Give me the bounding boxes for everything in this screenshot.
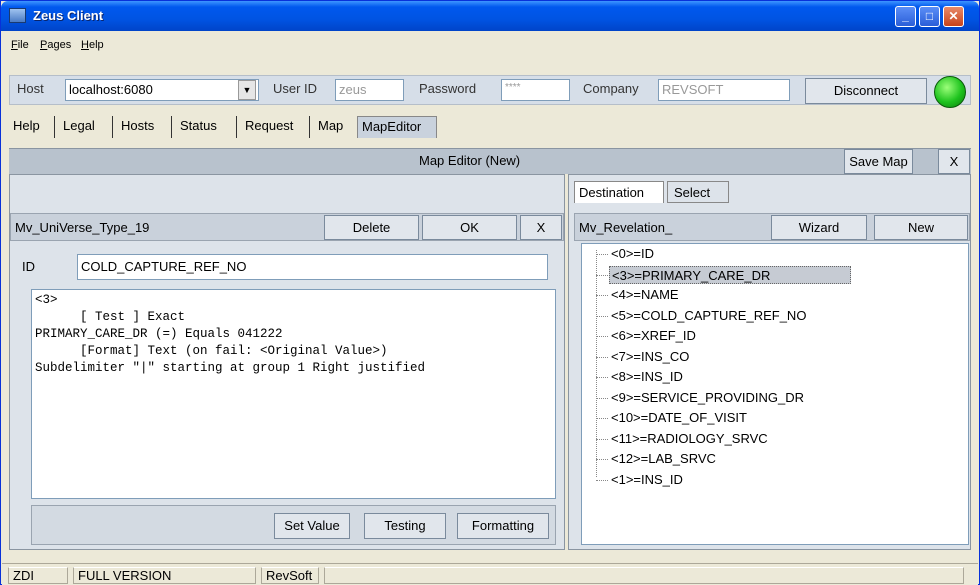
status-bar: ZDI FULL VERSION RevSoft: [2, 563, 978, 585]
app-window: Zeus Client _ □ ✕ File Pages Help Host l…: [0, 0, 980, 585]
status-company: RevSoft: [261, 567, 319, 584]
tree-item[interactable]: <6>=XREF_ID: [609, 327, 698, 345]
id-label: ID: [22, 259, 35, 274]
tab-map[interactable]: Map: [314, 116, 354, 138]
destination-item-header: Mv_Revelation_ Wizard New: [574, 213, 970, 241]
minimize-button[interactable]: _: [895, 6, 916, 27]
tree-connector: [596, 250, 597, 477]
new-button[interactable]: New: [874, 215, 968, 240]
connection-status-icon: [934, 76, 966, 108]
rule-line: <3>: [35, 293, 58, 307]
tree-connector: [596, 336, 608, 337]
map-editor-header: Map Editor (New) Save Map X: [9, 148, 971, 174]
tree-connector: [596, 438, 608, 440]
status-version: FULL VERSION: [73, 567, 256, 584]
tree-connector: [596, 397, 608, 399]
menu-pages[interactable]: Pages: [40, 39, 71, 51]
close-editor-button[interactable]: X: [938, 149, 970, 174]
tree-connector: [596, 377, 608, 378]
tree-connector: [596, 274, 608, 276]
tree-connector: [596, 418, 608, 419]
password-field[interactable]: ****: [501, 79, 570, 101]
host-dropdown-arrow-icon[interactable]: ▼: [238, 80, 256, 100]
tree-connector: [596, 356, 608, 358]
formatting-button[interactable]: Formatting: [457, 513, 549, 539]
menu-file[interactable]: File: [11, 39, 29, 51]
company-field[interactable]: REVSOFT: [658, 79, 790, 101]
tab-request[interactable]: Request: [241, 116, 310, 138]
rule-line: Subdelimiter "|" starting at group 1 Rig…: [35, 361, 426, 375]
destination-tree[interactable]: <0>=ID <3>=PRIMARY_CARE_DR <4>=NAME <5>=COL…: [581, 243, 969, 545]
close-window-button[interactable]: ✕: [943, 6, 964, 27]
menu-bar: File Pages Help: [2, 31, 978, 73]
ok-button[interactable]: OK: [422, 215, 517, 240]
tab-mapeditor[interactable]: MapEditor: [357, 116, 437, 138]
menu-help[interactable]: Help: [81, 39, 104, 51]
tab-help[interactable]: Help: [9, 116, 55, 138]
destination-panel: Destination Select Mv_Revelation_ Wizard…: [568, 174, 971, 550]
tab-legal[interactable]: Legal: [59, 116, 113, 138]
tree-item[interactable]: <8>=INS_ID: [609, 368, 685, 386]
tree-item[interactable]: <1>=INS_ID: [609, 471, 685, 489]
tree-item[interactable]: <10>=DATE_OF_VISIT: [609, 409, 749, 427]
company-label: Company: [583, 81, 639, 96]
host-label: Host: [17, 81, 44, 96]
tree-item[interactable]: <3>=PRIMARY_CARE_DR: [609, 265, 851, 284]
rule-line: PRIMARY_CARE_DR (=) Equals 041222: [35, 327, 283, 341]
close-item-button[interactable]: X: [520, 215, 562, 240]
tree-item[interactable]: <4>=NAME: [609, 286, 681, 304]
userid-field[interactable]: zeus: [335, 79, 404, 101]
tab-select[interactable]: Select: [667, 181, 729, 203]
source-item-header: Mv_UniVerse_Type_19 Delete OK X: [10, 213, 564, 241]
window-title: Zeus Client: [33, 8, 104, 23]
tree-connector: [596, 479, 608, 481]
delete-button[interactable]: Delete: [324, 215, 419, 240]
tree-connector: [596, 254, 608, 255]
status-empty: [324, 567, 964, 584]
destination-item-name: Mv_Revelation_: [579, 220, 673, 235]
map-editor-title: Map Editor (New): [419, 153, 521, 168]
tree-item[interactable]: <0>=ID: [609, 245, 656, 263]
password-label: Password: [419, 81, 477, 96]
host-combobox[interactable]: localhost:6080: [65, 79, 259, 101]
tab-hosts[interactable]: Hosts: [117, 116, 172, 138]
tree-item[interactable]: <11>=RADIOLOGY_SRVC: [609, 430, 770, 448]
rule-line: [Format] Text (on fail: <Original Value>…: [35, 344, 388, 358]
source-panel: Mv_UniVerse_Type_19 Delete OK X ID COLD_…: [9, 174, 565, 550]
tree-connector: [596, 295, 608, 296]
tree-item[interactable]: <12>=LAB_SRVC: [609, 450, 718, 468]
disconnect-button[interactable]: Disconnect: [805, 78, 927, 104]
tree-item[interactable]: <7>=INS_CO: [609, 348, 691, 366]
app-icon: [9, 8, 26, 23]
tree-item[interactable]: <9>=SERVICE_PROVIDING_DR: [609, 389, 806, 407]
tab-status[interactable]: Status: [176, 116, 237, 138]
status-zdi: ZDI: [8, 567, 68, 584]
set-value-button[interactable]: Set Value: [274, 513, 350, 539]
userid-label: User ID: [273, 81, 318, 96]
maximize-button[interactable]: □: [919, 6, 940, 27]
rule-line: [ Test ] Exact: [35, 310, 186, 324]
source-item-name: Mv_UniVerse_Type_19: [15, 220, 150, 235]
wizard-button[interactable]: Wizard: [771, 215, 867, 240]
tree-connector: [596, 315, 608, 317]
source-actions-bar: Set Value Testing Formatting: [31, 505, 556, 545]
tab-destination[interactable]: Destination: [574, 181, 664, 203]
mapping-rules-text[interactable]: <3> [ Test ] Exact PRIMARY_CARE_DR (=) Eq…: [31, 289, 556, 499]
tree-connector: [596, 459, 608, 460]
save-map-button[interactable]: Save Map: [844, 149, 913, 174]
tree-item[interactable]: <5>=COLD_CAPTURE_REF_NO: [609, 307, 808, 325]
title-bar[interactable]: Zeus Client _ □ ✕: [1, 1, 979, 31]
testing-button[interactable]: Testing: [364, 513, 446, 539]
id-field[interactable]: COLD_CAPTURE_REF_NO: [77, 254, 548, 280]
